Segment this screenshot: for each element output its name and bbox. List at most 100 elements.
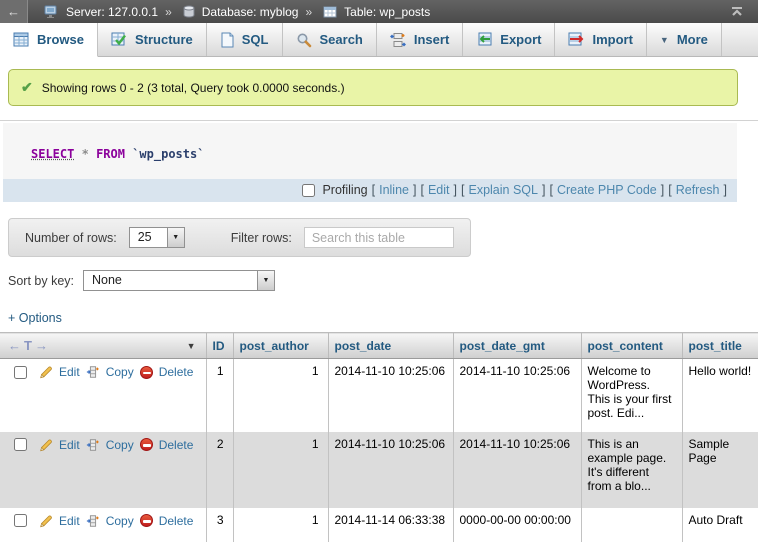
- options-toggle[interactable]: + Options: [8, 311, 62, 325]
- bracket: ]: [542, 183, 545, 197]
- cell-id: 1: [206, 359, 233, 432]
- bracket: [: [668, 183, 671, 197]
- filter-rows-input[interactable]: [304, 227, 454, 248]
- breadcrumb-bar: ← Server: 127.0.0.1 » Database: myblog »…: [0, 0, 758, 23]
- collapse-topbar-button[interactable]: [722, 6, 752, 17]
- edit-query-link[interactable]: Edit: [428, 183, 450, 197]
- tab-insert[interactable]: Insert: [377, 23, 463, 56]
- sql-footer-bar: Profiling [ Inline ] [ Edit ] [ Explain …: [3, 179, 737, 202]
- insert-icon: [390, 32, 406, 48]
- edit-pencil-icon: [39, 438, 53, 452]
- import-icon: [568, 32, 584, 47]
- tab-sql[interactable]: SQL: [207, 23, 283, 56]
- refresh-link[interactable]: Refresh: [676, 183, 720, 197]
- results-table: ←T→ ▼ ID post_author post_date post_date…: [0, 332, 758, 542]
- rows-label: Number of rows:: [25, 231, 117, 245]
- tab-structure[interactable]: Structure: [98, 23, 207, 56]
- column-visibility-toggle[interactable]: ←T→: [8, 338, 51, 353]
- sql-keyword-select[interactable]: SELECT: [31, 147, 74, 161]
- create-php-code-link[interactable]: Create PHP Code: [557, 183, 657, 197]
- sql-table-identifier: `wp_posts`: [132, 147, 204, 161]
- cell-post-date: 2014-11-14 06:33:38: [328, 508, 453, 542]
- inline-link[interactable]: Inline: [379, 183, 409, 197]
- tab-label: Search: [320, 32, 363, 47]
- bracket: [: [372, 183, 375, 197]
- copy-link[interactable]: Copy: [106, 438, 134, 452]
- explain-sql-link[interactable]: Explain SQL: [468, 183, 537, 197]
- breadcrumb-table[interactable]: Table: wp_posts: [344, 5, 430, 19]
- header-post-date[interactable]: post_date: [328, 333, 453, 359]
- tab-label: Structure: [135, 32, 193, 47]
- row-checkbox[interactable]: [14, 366, 27, 379]
- delete-link[interactable]: Delete: [159, 365, 194, 379]
- header-post-content[interactable]: post_content: [581, 333, 682, 359]
- export-icon: [476, 32, 492, 47]
- cell-post-date: 2014-11-10 10:25:06: [328, 359, 453, 432]
- tab-more[interactable]: ▼ More: [647, 23, 722, 56]
- sort-by-key-select[interactable]: None ▼: [83, 270, 275, 291]
- copy-link[interactable]: Copy: [106, 514, 134, 528]
- rows-filter-bar: Number of rows: 25 ▼ Filter rows:: [8, 218, 471, 257]
- cell-post-title: Auto Draft: [682, 508, 758, 542]
- sort-by-key-value: None: [84, 271, 257, 290]
- cell-post-content: Welcome to WordPress. This is your first…: [581, 359, 682, 432]
- row-checkbox[interactable]: [14, 514, 27, 527]
- breadcrumb: Server: 127.0.0.1 » Database: myblog » T…: [28, 5, 722, 19]
- delete-icon: [140, 366, 153, 379]
- edit-pencil-icon: [39, 365, 53, 379]
- header-post-date-gmt[interactable]: post_date_gmt: [453, 333, 581, 359]
- tab-label: Export: [500, 32, 541, 47]
- header-post-author[interactable]: post_author: [233, 333, 328, 359]
- breadcrumb-database[interactable]: Database: myblog: [202, 5, 299, 19]
- profiling-label: Profiling: [322, 183, 367, 197]
- cell-post-content: This is an example page. It's different …: [581, 432, 682, 508]
- tab-browse[interactable]: Browse: [0, 23, 98, 57]
- bracket: ]: [454, 183, 457, 197]
- bracket: ]: [724, 183, 727, 197]
- header-id[interactable]: ID: [206, 333, 233, 359]
- bracket: [: [420, 183, 423, 197]
- breadcrumb-server[interactable]: Server: 127.0.0.1: [66, 5, 158, 19]
- bracket: [: [549, 183, 552, 197]
- status-message: ✔ Showing rows 0 - 2 (3 total, Query too…: [8, 69, 738, 106]
- status-message-text: Showing rows 0 - 2 (3 total, Query took …: [42, 81, 345, 95]
- tab-search[interactable]: Search: [283, 23, 377, 56]
- table-row: Edit Copy Delete 3 1 2014-11-14 06:33:38…: [0, 508, 758, 542]
- table-icon: [323, 6, 337, 18]
- sql-keyword-from: FROM: [96, 147, 125, 161]
- bracket: [: [461, 183, 464, 197]
- copy-link[interactable]: Copy: [106, 365, 134, 379]
- tab-strip: Browse Structure SQL Search Insert Expor…: [0, 23, 758, 57]
- sql-icon: [220, 32, 234, 48]
- delete-icon: [140, 438, 153, 451]
- edit-link[interactable]: Edit: [59, 365, 80, 379]
- edit-link[interactable]: Edit: [59, 514, 80, 528]
- tab-label: More: [677, 32, 708, 47]
- sql-query-box: SELECT * FROM `wp_posts`: [3, 123, 737, 179]
- bracket: ]: [661, 183, 664, 197]
- edit-pencil-icon: [39, 514, 53, 528]
- header-actions: ←T→ ▼: [0, 333, 206, 359]
- profiling-checkbox[interactable]: [302, 184, 315, 197]
- cell-actions: Edit Copy Delete: [0, 359, 206, 432]
- browse-icon: [13, 32, 29, 47]
- tab-label: Import: [592, 32, 632, 47]
- rows-per-page-select[interactable]: 25 ▼: [129, 227, 185, 248]
- copy-icon: [86, 514, 100, 528]
- chevron-down-icon: ▼: [660, 35, 669, 45]
- filter-rows-label: Filter rows:: [231, 231, 292, 245]
- delete-link[interactable]: Delete: [159, 438, 194, 452]
- divider: [0, 120, 758, 121]
- sort-row: Sort by key: None ▼: [8, 270, 758, 291]
- bracket: ]: [413, 183, 416, 197]
- back-button[interactable]: ←: [0, 0, 28, 23]
- header-post-title[interactable]: post_title: [682, 333, 758, 359]
- tab-import[interactable]: Import: [555, 23, 646, 56]
- tab-export[interactable]: Export: [463, 23, 555, 56]
- search-icon: [296, 32, 312, 48]
- sort-descending-icon[interactable]: ▼: [187, 341, 196, 351]
- edit-link[interactable]: Edit: [59, 438, 80, 452]
- delete-link[interactable]: Delete: [159, 514, 194, 528]
- database-icon: [183, 5, 195, 18]
- row-checkbox[interactable]: [14, 438, 27, 451]
